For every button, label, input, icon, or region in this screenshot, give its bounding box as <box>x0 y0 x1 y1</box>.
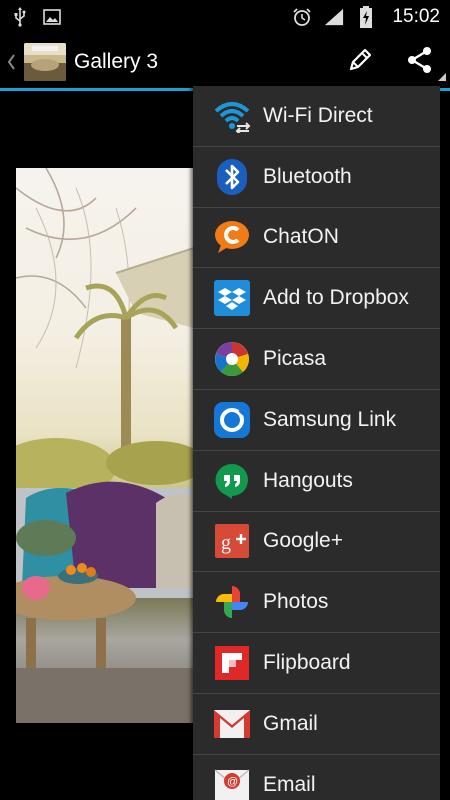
share-item-label: Samsung Link <box>263 407 397 431</box>
share-item-bluetooth[interactable]: Bluetooth <box>193 147 440 208</box>
flipboard-icon <box>213 644 251 682</box>
picasa-icon <box>213 340 251 378</box>
action-buttons <box>330 33 450 91</box>
share-item-chaton[interactable]: ChatON <box>193 208 440 269</box>
chaton-icon <box>213 218 251 256</box>
action-bar: Gallery 3 <box>0 33 450 91</box>
share-item-label: Google+ <box>263 529 343 553</box>
app-title[interactable]: Gallery 3 <box>74 50 158 74</box>
email-icon: @ <box>213 766 251 800</box>
share-item-email[interactable]: @ Email <box>193 755 440 800</box>
image-notification-icon <box>42 7 62 27</box>
svg-text:@: @ <box>227 776 238 788</box>
signal-icon <box>324 7 344 27</box>
share-item-label: Hangouts <box>263 468 353 492</box>
share-item-picasa[interactable]: Picasa <box>193 329 440 390</box>
share-item-flipboard[interactable]: Flipboard <box>193 633 440 694</box>
share-item-dropbox[interactable]: Add to Dropbox <box>193 268 440 330</box>
clock: 15:02 <box>392 5 440 27</box>
hangouts-icon <box>213 462 251 500</box>
gallery-photo[interactable] <box>16 168 194 723</box>
share-icon <box>404 44 436 81</box>
dropbox-icon <box>213 279 251 317</box>
edit-button[interactable] <box>330 33 390 91</box>
share-item-label: Wi-Fi Direct <box>263 103 373 127</box>
dropdown-corner-icon <box>438 73 446 81</box>
gmail-icon <box>213 705 251 743</box>
share-item-google-plus[interactable]: g Google+ <box>193 512 440 573</box>
battery-charging-icon <box>356 5 376 28</box>
status-left-icons <box>10 6 62 27</box>
edit-pencil-icon <box>345 45 375 80</box>
bluetooth-icon <box>213 158 251 196</box>
status-right-icons: 15:02 <box>292 5 440 28</box>
wifi-direct-icon <box>213 97 251 135</box>
share-button[interactable] <box>390 33 450 91</box>
photos-icon <box>213 583 251 621</box>
usb-icon <box>10 6 30 27</box>
share-item-label: Bluetooth <box>263 164 352 188</box>
share-item-label: Email <box>263 772 316 796</box>
up-chevron-icon[interactable] <box>2 33 20 91</box>
share-item-photos[interactable]: Photos <box>193 572 440 634</box>
share-item-label: Flipboard <box>263 651 351 675</box>
status-bar: 15:02 <box>0 0 450 33</box>
alarm-icon <box>292 7 312 27</box>
samsung-link-icon <box>213 401 251 439</box>
share-item-samsung-link[interactable]: Samsung Link <box>193 390 440 451</box>
album-thumbnail[interactable] <box>24 43 66 81</box>
share-item-gmail[interactable]: Gmail <box>193 694 440 755</box>
share-item-hangouts[interactable]: Hangouts <box>193 451 440 512</box>
google-plus-icon: g <box>213 522 251 560</box>
share-item-label: Picasa <box>263 347 327 371</box>
share-item-wifi-direct[interactable]: Wi-Fi Direct <box>193 86 440 147</box>
share-item-label: ChatON <box>263 225 339 249</box>
share-item-label: Gmail <box>263 711 318 735</box>
svg-text:g: g <box>221 532 231 554</box>
share-item-label: Photos <box>263 590 329 614</box>
share-item-label: Add to Dropbox <box>263 286 409 310</box>
share-menu: Wi-Fi Direct Bluetooth ChatON Add to Dro… <box>193 86 440 800</box>
